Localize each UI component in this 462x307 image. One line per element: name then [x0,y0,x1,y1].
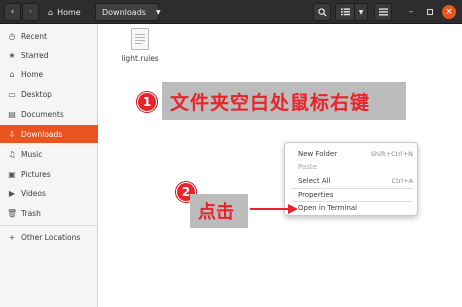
back-button[interactable]: ‹ [4,3,21,21]
menu-item-open-in-terminal[interactable]: Open in Terminal [285,201,419,214]
minimize-icon: – [408,7,414,17]
menu-item-label: Paste [298,162,317,171]
header-bar: ‹ › ⌂ Home Downloads ▼ ▼ – × [0,0,462,24]
picture-icon: ▣ [8,169,16,179]
arrow-right-icon [250,204,298,214]
video-icon: ▶ [8,188,16,198]
sidebar-item-recent[interactable]: ◷ Recent [0,27,98,45]
file-item[interactable]: light.rules [118,28,162,63]
menu-item-label: New Folder [298,149,338,158]
sidebar-item-label: Other Locations [21,232,81,242]
maximize-button[interactable] [423,5,437,19]
sidebar-item-music[interactable]: ♫ Music [0,145,98,163]
sidebar-item-starred[interactable]: ★ Starred [0,46,98,64]
sidebar-item-label: Downloads [21,129,63,139]
hamburger-icon [378,8,388,16]
sidebar-item-label: Desktop [21,89,52,99]
step1-text: 文件夹空白处鼠标右键 [170,91,371,114]
text-file-icon [131,28,149,50]
sidebar-item-label: Videos [21,188,46,198]
chevron-down-icon: ▼ [155,8,161,16]
document-icon: ▤ [8,109,16,119]
step2-callout: 点击 [190,194,248,228]
chevron-right-icon: › [28,7,33,17]
breadcrumb-current[interactable]: Downloads ▼ [95,3,161,21]
step-badge-1: 1 [137,92,157,112]
step-number: 1 [142,95,152,109]
list-view-icon [340,8,350,16]
file-name: light.rules [121,54,159,63]
sidebar-item-desktop[interactable]: ▭ Desktop [0,85,98,103]
sidebar-item-trash[interactable]: 🗑 Trash [0,204,98,222]
menu-item-accel: Ctrl+A [391,176,413,185]
sidebar-item-home[interactable]: ⌂ Home [0,65,98,83]
desktop-icon: ▭ [8,89,16,99]
minimize-button[interactable]: – [404,5,418,19]
home-icon: ⌂ [9,69,15,79]
sidebar-item-other-locations[interactable]: + Other Locations [0,228,98,246]
plus-icon: + [8,232,16,242]
menu-item-label: Open in Terminal [298,203,358,212]
close-icon: × [445,7,453,17]
sidebar-item-label: Pictures [21,169,51,179]
sidebar-item-label: Home [21,69,44,79]
menu-item-label: Select All [298,176,331,185]
menu-item-select-all[interactable]: Select All Ctrl+A [285,174,419,187]
menu-item-accel: Shift+Ctrl+N [370,149,413,158]
step1-callout: 文件夹空白处鼠标右键 [162,82,406,120]
sidebar-divider [0,225,98,226]
context-menu: New Folder Shift+Ctrl+N Paste Select All… [284,142,418,216]
sidebar-item-label: Recent [21,31,47,41]
menu-item-new-folder[interactable]: New Folder Shift+Ctrl+N [285,147,419,160]
view-dropdown-button[interactable]: ▼ [354,3,368,21]
chevron-left-icon: ‹ [10,7,15,17]
menu-item-label: Properties [298,190,334,199]
menu-item-paste[interactable]: Paste [285,160,419,173]
sidebar-item-label: Documents [21,109,64,119]
forward-button[interactable]: › [22,3,39,21]
view-options-button[interactable] [335,3,355,21]
sidebar-item-documents[interactable]: ▤ Documents [0,105,98,123]
chevron-down-icon: ▼ [358,8,364,16]
search-icon [317,7,327,17]
menu-button[interactable] [374,3,392,21]
step-number: 2 [181,185,191,199]
sidebar: ◷ Recent ★ Starred ⌂ Home ▭ Desktop ▤ Do… [0,24,98,307]
breadcrumb-home[interactable]: ⌂ Home [42,3,87,21]
menu-item-properties[interactable]: Properties [285,188,419,201]
maximize-icon [427,9,433,15]
sidebar-item-label: Trash [21,208,41,218]
search-button[interactable] [313,3,331,21]
step2-text: 点击 [198,202,234,223]
clock-icon: ◷ [8,31,16,41]
breadcrumb-home-label: Home [57,7,81,17]
home-icon: ⌂ [48,7,54,17]
breadcrumb-current-label: Downloads [102,7,146,17]
sidebar-item-label: Starred [21,50,49,60]
music-icon: ♫ [8,149,16,159]
sidebar-item-label: Music [21,149,43,159]
download-icon: ⇩ [8,129,16,139]
star-icon: ★ [8,50,16,60]
sidebar-item-videos[interactable]: ▶ Videos [0,184,98,202]
sidebar-item-downloads[interactable]: ⇩ Downloads [0,125,98,143]
close-button[interactable]: × [442,5,456,19]
sidebar-item-pictures[interactable]: ▣ Pictures [0,165,98,183]
trash-icon: 🗑 [7,208,18,218]
